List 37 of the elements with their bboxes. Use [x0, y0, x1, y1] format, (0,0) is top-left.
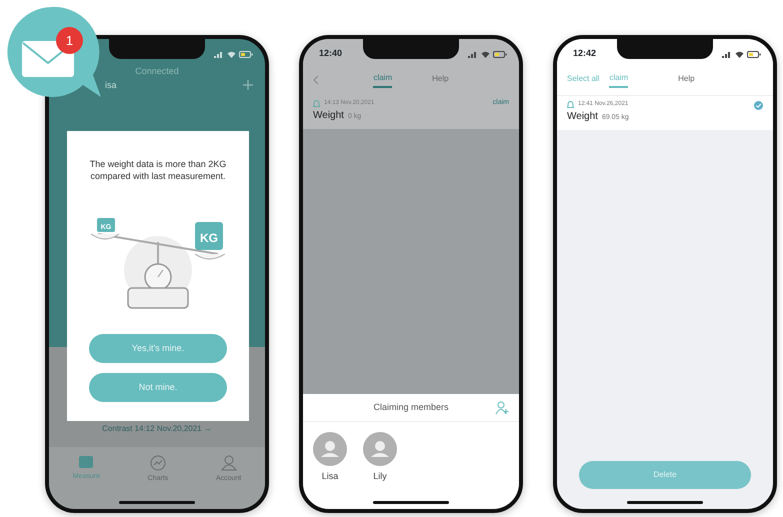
tab[interactable]: Help [432, 72, 449, 88]
signal-icon [722, 50, 732, 58]
avatar-icon[interactable] [363, 432, 397, 466]
member-name: Lily [373, 470, 387, 483]
status-time: 12:42 [573, 47, 596, 60]
status-time: 12:40 [319, 47, 342, 60]
tab[interactable]: claim [609, 72, 628, 88]
header-title: Connected [134, 65, 180, 78]
add-person-icon[interactable] [495, 400, 509, 414]
tab[interactable]: claim [373, 72, 392, 88]
weight-label: KG [200, 231, 218, 246]
contrast-link[interactable]: Contrast 14:12 Nov.20,2021 → [102, 423, 212, 435]
wifi-icon [481, 50, 490, 58]
wifi-icon [735, 50, 744, 58]
battery-icon [239, 50, 253, 58]
tab[interactable]: Help [678, 72, 695, 88]
back-icon[interactable] [313, 75, 319, 85]
avatar-icon[interactable] [313, 432, 347, 466]
record-label: Weight [567, 110, 598, 124]
delete-button[interactable]: Delete [579, 461, 751, 489]
person-icon [220, 455, 237, 471]
user-name: isa [105, 78, 117, 92]
checked-icon[interactable] [754, 101, 763, 110]
add-icon[interactable] [243, 80, 253, 90]
member-name: Lisa [322, 470, 338, 483]
signal-icon [468, 50, 478, 58]
dialog-button[interactable]: Not mine. [89, 373, 227, 402]
dialog-message: The weight data is more than 2KG compared with last measurement. [88, 159, 228, 182]
sheet-title: Claiming members [373, 400, 449, 414]
battery-icon [747, 50, 761, 58]
signal-icon [214, 50, 224, 58]
dialog-button[interactable]: Yes,it's mine. [89, 334, 227, 364]
select-all-button[interactable]: Select all [567, 73, 600, 87]
battery-icon [493, 50, 507, 58]
wifi-icon [227, 50, 236, 58]
record-label: Weight [313, 109, 344, 123]
chart-icon [150, 455, 166, 471]
